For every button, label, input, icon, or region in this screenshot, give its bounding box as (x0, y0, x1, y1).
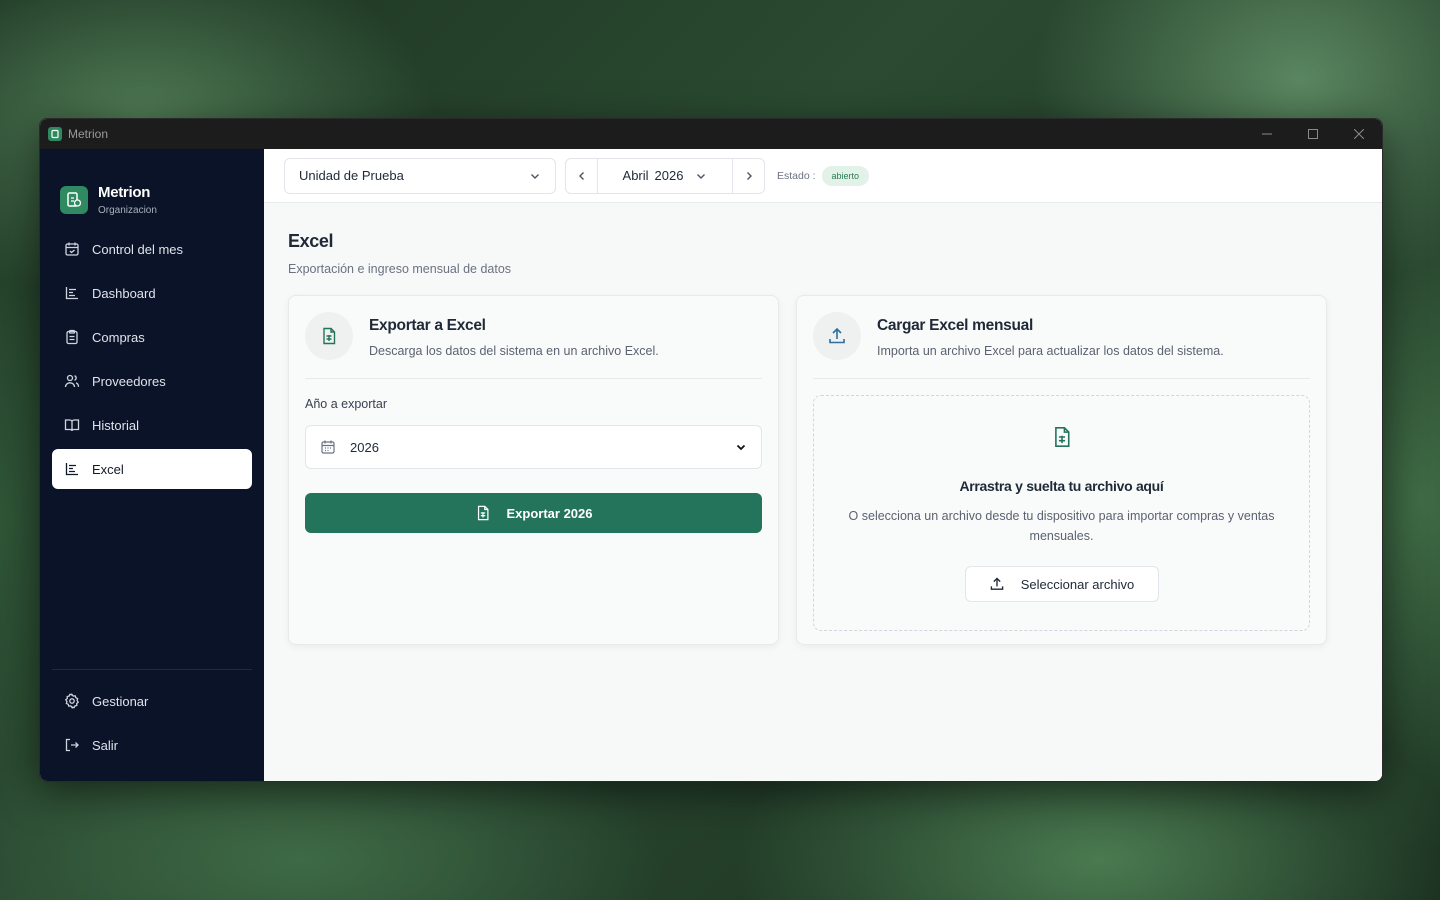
import-card-header: Cargar Excel mensual Importa un archivo … (813, 312, 1310, 379)
spreadsheet-icon (1054, 427, 1070, 447)
import-card-description: Importa un archivo Excel para actualizar… (877, 344, 1224, 358)
estado-label: Estado : (777, 169, 816, 182)
sidebar-item-label: Excel (92, 461, 124, 477)
export-year-select[interactable]: 2026 (305, 425, 762, 469)
export-card: Exportar a Excel Descarga los datos del … (288, 295, 779, 645)
unit-select-value: Unidad de Prueba (299, 168, 404, 183)
sidebar: Metrion Organizacion Control del mes Das… (40, 149, 264, 781)
chevron-left-icon (578, 171, 584, 180)
calendar-icon (321, 440, 335, 454)
app-icon (48, 127, 62, 141)
top-bar: Unidad de Prueba Abril 2026 Estado: abi… (264, 149, 1382, 203)
export-card-header: Exportar a Excel Descarga los datos del … (305, 312, 762, 379)
month-navigator: Abril 2026 (565, 157, 765, 194)
export-button[interactable]: Exportar 2026 (305, 493, 762, 533)
month-select[interactable]: Abril 2026 (597, 158, 733, 193)
users-icon (64, 374, 80, 388)
gear-icon (64, 693, 80, 709)
unit-select[interactable]: Unidad de Prueba (284, 157, 556, 194)
upload-icon (990, 577, 1004, 590)
sidebar-item-label: Gestionar (92, 693, 149, 709)
main-area: Unidad de Prueba Abril 2026 Estado: abi… (264, 149, 1382, 781)
sidebar-item-control-del-mes[interactable]: Control del mes (52, 229, 252, 269)
minimize-button[interactable] (1244, 119, 1290, 149)
prev-month-button[interactable] (566, 159, 597, 193)
page-content: Excel Exportación e ingreso mensual de d… (264, 203, 1382, 645)
chevron-down-icon (736, 444, 746, 451)
book-icon (64, 419, 80, 432)
brand-name: Metrion (98, 183, 151, 201)
next-month-button[interactable] (733, 159, 764, 193)
import-card-title: Cargar Excel mensual (877, 317, 1033, 334)
file-dropzone[interactable]: Arrastra y suelta tu archivo aquí O sele… (813, 395, 1310, 631)
brand-subtitle: Organizacion (98, 204, 157, 216)
sidebar-item-label: Dashboard (92, 285, 156, 301)
sidebar-item-label: Proveedores (92, 373, 166, 389)
sidebar-item-proveedores[interactable]: Proveedores (52, 361, 252, 401)
chart-icon (65, 287, 78, 300)
cards-row: Exportar a Excel Descarga los datos del … (288, 295, 1358, 645)
select-file-label: Seleccionar archivo (1020, 576, 1135, 592)
sidebar-item-gestionar[interactable]: Gestionar (52, 681, 252, 721)
sidebar-item-excel[interactable]: Excel (52, 449, 252, 489)
chart-icon (65, 463, 78, 476)
month-label: Abril (622, 168, 649, 183)
year-field-label: Año a exportar (305, 397, 387, 411)
window-title: Metrion (68, 127, 109, 141)
sidebar-item-label: Compras (92, 329, 145, 345)
chevron-right-icon (746, 171, 752, 180)
select-file-button[interactable]: Seleccionar archivo (964, 566, 1159, 602)
status-badge: abierto (821, 165, 870, 186)
export-year-value: 2026 (350, 439, 379, 455)
sidebar-item-label: Salir (92, 737, 119, 753)
calendar-check-icon (65, 242, 79, 256)
spreadsheet-icon (305, 312, 353, 360)
chevron-down-icon (531, 173, 539, 179)
export-card-title: Exportar a Excel (369, 317, 486, 334)
chevron-down-icon (697, 173, 706, 179)
sidebar-item-dashboard[interactable]: Dashboard (52, 273, 252, 313)
sidebar-divider (52, 669, 252, 670)
sidebar-item-label: Historial (92, 417, 139, 433)
export-card-description: Descarga los datos del sistema en un arc… (369, 344, 659, 358)
export-button-label: Exportar 2026 (506, 505, 593, 521)
dropzone-description: O selecciona un archivo desde tu disposi… (848, 509, 1275, 543)
dropzone-title: Arrastra y suelta tu archivo aquí (959, 478, 1164, 494)
close-button[interactable] (1336, 119, 1382, 149)
page-title: Excel (288, 231, 334, 251)
maximize-button[interactable] (1290, 119, 1336, 149)
sidebar-item-compras[interactable]: Compras (52, 317, 252, 357)
title-bar: Metrion (40, 119, 1382, 149)
brand-logo-icon (60, 185, 88, 214)
clipboard-icon (66, 329, 78, 345)
sidebar-item-label: Control del mes (92, 241, 184, 257)
logout-icon (65, 738, 79, 752)
sidebar-item-salir[interactable]: Salir (52, 725, 252, 765)
sidebar-bottom: Gestionar Salir (52, 669, 252, 769)
brand: Metrion Organizacion (40, 149, 264, 229)
spreadsheet-icon (477, 505, 489, 521)
page-subtitle: Exportación e ingreso mensual de datos (288, 262, 512, 276)
year-label: 2026 (654, 168, 684, 183)
sidebar-nav: Control del mes Dashboard Compras Provee… (40, 229, 264, 489)
import-card: Cargar Excel mensual Importa un archivo … (796, 295, 1327, 645)
sidebar-item-historial[interactable]: Historial (52, 405, 252, 445)
app-window: Metrion Metrion Organizacion Control del… (39, 118, 1383, 782)
upload-icon (813, 312, 861, 360)
